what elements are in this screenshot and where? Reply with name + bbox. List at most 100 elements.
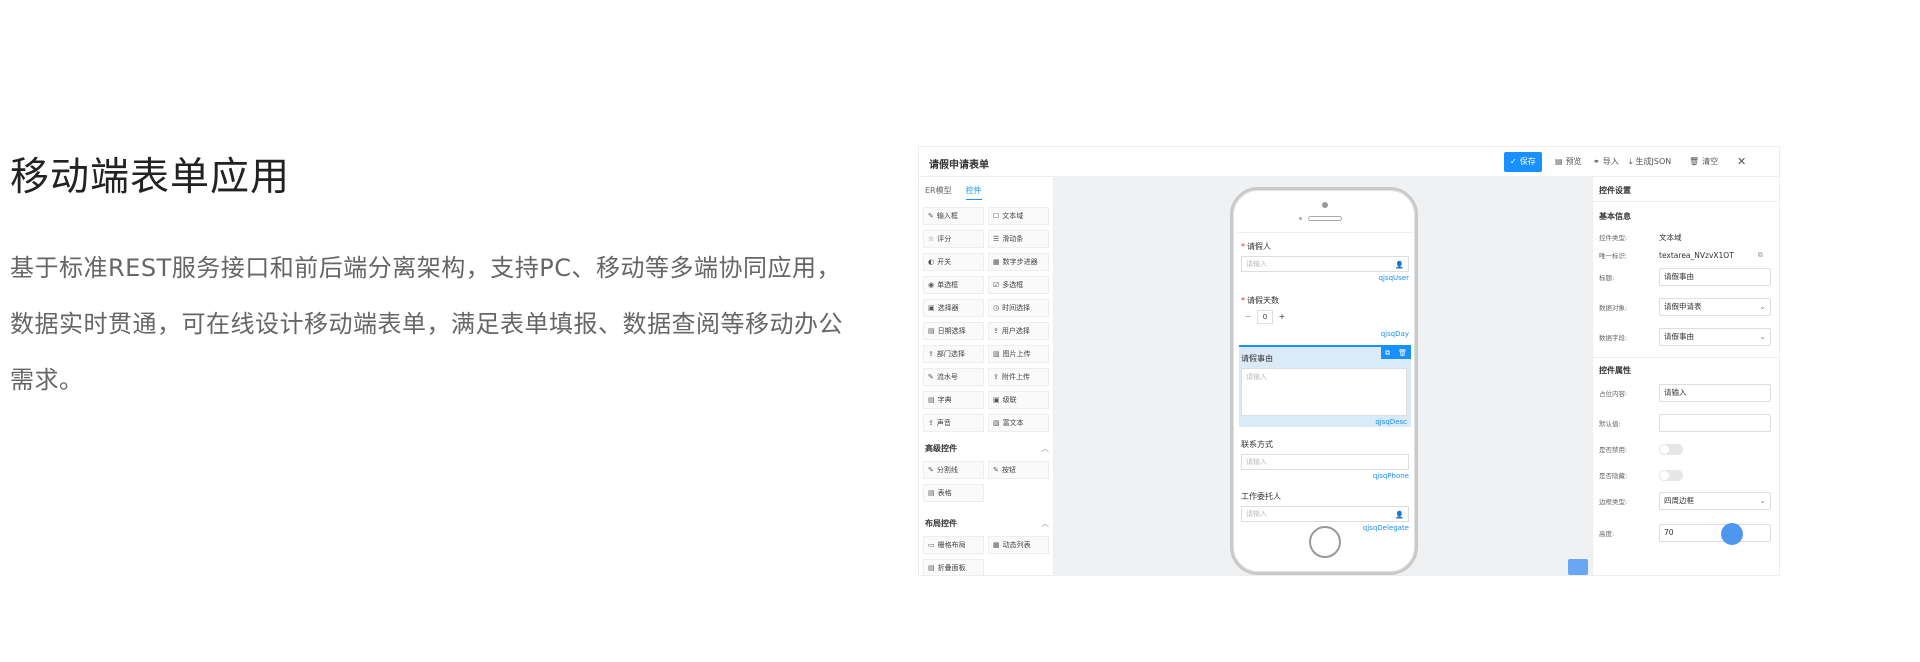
days-stepper: − 0 +: [1241, 310, 1409, 324]
disabled-toggle[interactable]: [1659, 443, 1683, 455]
palette-item-label: 日期选择: [937, 327, 966, 335]
designer-toolbar: 请假申请表单 ✓ 保存 ▤ 预览 ⚭ 导入 ⤓ 生成JSON 🗑 清空 ✕: [919, 147, 1779, 177]
palette-item-label: 评分: [937, 235, 952, 243]
palette-item-label: 动态列表: [1002, 541, 1031, 549]
palette-item[interactable]: ⇪ 用户选择: [988, 322, 1049, 340]
palette-item[interactable]: ☐ 文本域: [988, 207, 1049, 225]
reason-textarea[interactable]: 请输入: [1241, 368, 1407, 416]
border-label: 边框类型:: [1599, 498, 1628, 506]
default-label: 默认值:: [1599, 420, 1621, 428]
tab-controls[interactable]: 控件: [965, 185, 982, 200]
palette-item[interactable]: ✎ 流水号: [923, 368, 984, 386]
palette-item[interactable]: ◐ 开关: [923, 253, 984, 271]
palette-item[interactable]: ☰ 滑动条: [988, 230, 1049, 248]
generate-json-button[interactable]: ⤓ 生成JSON: [1623, 152, 1677, 172]
type-label: 控件类型:: [1599, 234, 1628, 242]
object-value: 请假申请表: [1664, 302, 1702, 311]
required-mark: *: [1241, 242, 1245, 251]
palette-item[interactable]: ▧ 图片上传: [988, 345, 1049, 363]
tab-er-model[interactable]: ER模型: [925, 185, 952, 200]
palette-item[interactable]: ▤ 日期选择: [923, 322, 984, 340]
palette-item-label: 文本域: [1002, 212, 1024, 220]
basic-info-section: 基本信息: [1599, 212, 1631, 221]
border-select[interactable]: 四周边框 ⌄: [1659, 492, 1771, 510]
contact-input[interactable]: 请输入: [1241, 454, 1409, 470]
object-select[interactable]: 请假申请表 ⌄: [1659, 298, 1771, 316]
applicant-field[interactable]: * 请假人 请输入 👤 qjsqUser: [1241, 241, 1409, 282]
applicant-input[interactable]: 请输入 👤: [1241, 256, 1409, 272]
save-label: 保存: [1519, 157, 1536, 166]
save-button[interactable]: ✓ 保存: [1504, 152, 1542, 172]
palette-item[interactable]: ▣ 级联: [988, 391, 1049, 409]
palette-item[interactable]: ▤ 字典: [923, 391, 984, 409]
control-icon: ▦: [993, 258, 1000, 266]
control-icon: ◉: [928, 281, 935, 289]
palette-tabs: ER模型 控件: [925, 185, 982, 200]
height-input[interactable]: 70: [1659, 524, 1771, 542]
placeholder-row: 占位内容: 请输入: [1599, 383, 1779, 403]
close-icon[interactable]: ✕: [1731, 152, 1752, 172]
palette-item[interactable]: ✎ 输入框: [923, 207, 984, 225]
id-value: textarea_NVzvX1OT: [1659, 250, 1734, 260]
control-icon: ▣: [993, 396, 1000, 404]
days-value[interactable]: 0: [1257, 310, 1273, 324]
control-icon: ◷: [993, 304, 1000, 312]
palette-item[interactable]: ▣ 选择器: [923, 299, 984, 317]
layout-section-header[interactable]: 布局控件 ︿: [925, 518, 1049, 529]
palette-item-label: 开关: [937, 258, 952, 266]
palette-item[interactable]: ✎ 分割线: [923, 461, 984, 479]
increment-button[interactable]: +: [1275, 310, 1289, 324]
palette-item-label: 分割线: [936, 466, 958, 474]
advanced-section-title: 高级控件: [925, 444, 957, 453]
palette-item[interactable]: ▤ 折叠面板: [923, 559, 984, 575]
palette-item[interactable]: ⇪ 部门选择: [923, 345, 984, 363]
clear-button[interactable]: 🗑 清空: [1683, 152, 1724, 172]
title-input[interactable]: 请假事由: [1659, 268, 1771, 286]
placeholder-label: 占位内容:: [1599, 390, 1628, 398]
palette-item-label: 附件上传: [1001, 373, 1030, 381]
type-row: 控件类型: 文本域: [1599, 227, 1779, 247]
hidden-label: 是否隐藏:: [1599, 472, 1628, 480]
palette-item[interactable]: ▤ 表格: [923, 484, 984, 502]
hidden-toggle[interactable]: [1659, 469, 1683, 481]
field-label: 数据字段:: [1599, 334, 1628, 342]
palette-item[interactable]: ▦ 动态列表: [988, 536, 1049, 554]
object-row: 数据对象: 请假申请表 ⌄: [1599, 297, 1779, 317]
control-icon: ⇪: [993, 327, 999, 335]
palette-item[interactable]: ◉ 单选框: [923, 276, 984, 294]
palette-item-label: 按钮: [1001, 466, 1016, 474]
palette-item[interactable]: ▦ 数字步进器: [988, 253, 1049, 271]
applicant-placeholder: 请输入: [1246, 260, 1267, 268]
import-button[interactable]: ⚭ 导入: [1587, 152, 1625, 172]
palette-item[interactable]: ⇪ 声音: [923, 414, 984, 432]
decrement-button[interactable]: −: [1241, 310, 1255, 324]
palette-item[interactable]: ☆ 评分: [923, 230, 984, 248]
palette-item[interactable]: ▭ 栅格布局: [923, 536, 984, 554]
palette-item[interactable]: ✎ 按钮: [988, 461, 1049, 479]
camera-icon: [1322, 202, 1328, 208]
control-icon: ◐: [928, 258, 935, 266]
hero-description: 基于标准REST服务接口和前后端分离架构，支持PC、移动等多端协同应用，数据实时…: [10, 254, 843, 394]
advanced-section-header[interactable]: 高级控件 ︿: [925, 443, 1049, 454]
placeholder-input[interactable]: 请输入: [1659, 384, 1771, 402]
properties-title: 控件设置: [1599, 186, 1631, 195]
form-designer-window: 请假申请表单 ✓ 保存 ▤ 预览 ⚭ 导入 ⤓ 生成JSON 🗑 清空 ✕ ER模型 控件…: [918, 146, 1780, 576]
floating-help-button[interactable]: [1721, 523, 1743, 545]
contact-field[interactable]: 联系方式 请输入 qjsqPhone: [1241, 439, 1409, 480]
copy-icon[interactable]: ⧉: [1758, 251, 1763, 260]
user-icon[interactable]: 👤: [1395, 258, 1404, 272]
palette-item[interactable]: ⇪ 附件上传: [988, 368, 1049, 386]
properties-panel: 控件设置 基本信息 控件类型: 文本域 唯一标识: textarea_NVzvX…: [1592, 177, 1779, 575]
default-input[interactable]: [1659, 414, 1771, 432]
canvas-action-button[interactable]: [1568, 559, 1588, 575]
preview-button[interactable]: ▤ 预览: [1549, 152, 1588, 172]
reason-field-selected[interactable]: ⧉ 🗑 请假事由 请输入 qjsqDesc: [1239, 345, 1411, 427]
palette-item[interactable]: ◷ 时间选择: [988, 299, 1049, 317]
user-icon[interactable]: 👤: [1395, 508, 1404, 522]
field-select[interactable]: 请假事由 ⌄: [1659, 328, 1771, 346]
days-field[interactable]: * 请假天数 − 0 + qjsqDay: [1241, 295, 1409, 338]
delegate-input[interactable]: 请输入 👤: [1241, 506, 1409, 522]
palette-item[interactable]: ☑ 多选框: [988, 276, 1049, 294]
palette-item-label: 栅格布局: [937, 541, 966, 549]
palette-item[interactable]: ▧ 富文本: [988, 414, 1049, 432]
